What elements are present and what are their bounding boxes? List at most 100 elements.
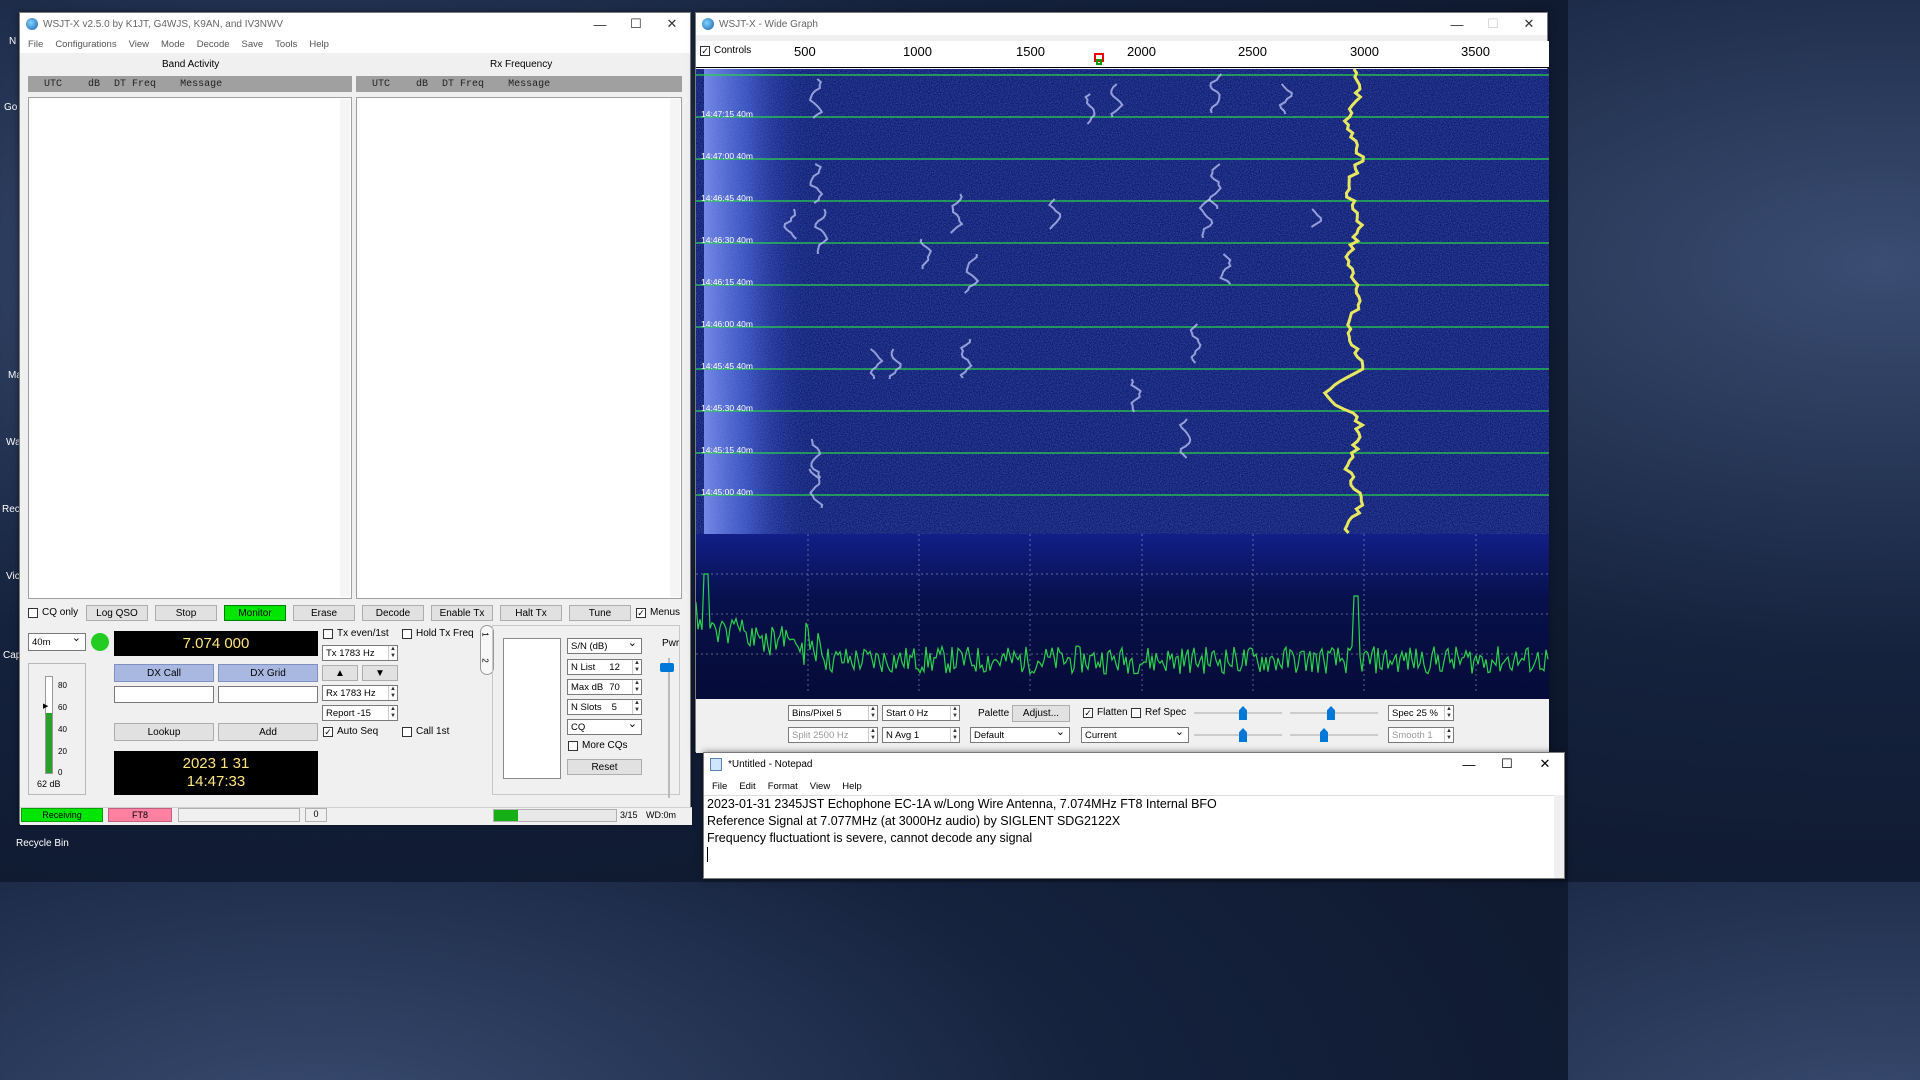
col-message: Message [180, 78, 223, 90]
menu-decode[interactable]: Decode [197, 39, 230, 50]
flatten-checkbox[interactable]: ✓ Flatten [1083, 707, 1128, 718]
dx-call-input[interactable] [114, 686, 214, 703]
band-activity-pane[interactable] [28, 97, 352, 599]
rx-frequency-scrollbar[interactable] [670, 99, 680, 597]
call-1st-checkbox[interactable]: Call 1st [402, 726, 449, 737]
pwr-slider-handle[interactable] [660, 663, 674, 672]
tab-2[interactable]: 2 [481, 658, 490, 662]
minimize-button[interactable]: — [1450, 753, 1488, 775]
ref-spec-checkbox[interactable]: Ref Spec [1131, 707, 1186, 718]
notepad-title: *Untitled - Notepad [728, 758, 813, 770]
snr-sort-select[interactable]: S/N (dB) [567, 636, 642, 654]
rx-frequency-pane[interactable] [356, 97, 682, 599]
decode-button[interactable]: Decode [362, 605, 424, 621]
tx-up-button[interactable]: ▲ [322, 665, 358, 681]
minimize-button[interactable]: — [582, 13, 618, 35]
waterfall-display[interactable]: 14:47:15 40m 14:47:00 40m 14:46:45 40m 14:4… [696, 69, 1549, 534]
zero-slider[interactable] [1194, 734, 1282, 736]
spec-percent-spinbox[interactable]: Spec 25 % ▲ ▼ [1388, 705, 1454, 721]
notepad-text-area[interactable]: 2023-01-31 2345JST Echophone EC-1A w/Lon… [704, 795, 1564, 878]
tx-freq-spinbox[interactable]: Tx 1783 Hz ▲ ▼ [322, 645, 398, 661]
rx-freq-spinbox[interactable]: Rx 1783 Hz ▲ ▼ [322, 685, 398, 701]
menu-format[interactable]: Format [768, 781, 798, 792]
close-button[interactable]: ✕ [654, 13, 690, 35]
menu-file[interactable]: File [28, 39, 43, 50]
erase-button[interactable]: Erase [293, 605, 355, 621]
palette-select[interactable]: Default [970, 725, 1070, 743]
band-select[interactable]: 40m [28, 631, 86, 651]
meter-tick: 40 [58, 725, 67, 734]
menu-help[interactable]: Help [842, 781, 862, 792]
lookup-button[interactable]: Lookup [114, 723, 214, 741]
nlist-spinbox[interactable]: N List 12 ▲ ▼ [567, 659, 642, 675]
menu-help[interactable]: Help [309, 39, 329, 50]
tune-button[interactable]: Tune [569, 605, 631, 621]
dx-grid-input[interactable] [218, 686, 318, 703]
notepad-scrollbar[interactable] [1554, 795, 1564, 878]
wide-titlebar[interactable]: WSJT-X - Wide Graph [696, 13, 1547, 35]
spectrum-trace [696, 573, 1549, 676]
controls-checkbox[interactable]: ✓ Controls [700, 45, 751, 56]
tab-1[interactable]: 1 [481, 632, 490, 636]
halt-tx-button[interactable]: Halt Tx [500, 605, 562, 621]
band-activity-scrollbar[interactable] [340, 99, 350, 597]
notepad-titlebar[interactable]: *Untitled - Notepad [704, 753, 1564, 775]
menu-save[interactable]: Save [242, 39, 264, 50]
gain-slider[interactable] [1194, 712, 1282, 714]
spectrum-display[interactable] [696, 534, 1549, 699]
maximize-button[interactable]: ☐ [1488, 753, 1526, 775]
close-button[interactable]: ✕ [1511, 13, 1547, 35]
enable-tx-button[interactable]: Enable Tx [431, 605, 493, 621]
menu-file[interactable]: File [712, 781, 727, 792]
nslots-spinbox[interactable]: N Slots 5 ▲ ▼ [567, 699, 642, 715]
spec-gain-slider-handle[interactable] [1327, 706, 1335, 720]
cq-only-checkbox[interactable]: CQ only [28, 607, 78, 618]
pwr-slider-track[interactable] [668, 658, 670, 798]
recycle-bin-label[interactable]: Recycle Bin [16, 838, 69, 849]
hold-tx-freq-checkbox[interactable]: Hold Tx Freq [402, 628, 474, 639]
maxdb-spinbox[interactable]: Max dB 70 ▲ ▼ [567, 679, 642, 695]
start-freq-spinbox[interactable]: Start 0 Hz ▲ ▼ [882, 705, 960, 721]
auto-seq-checkbox[interactable]: ✓ Auto Seq [323, 726, 378, 737]
bins-per-pixel-spinbox[interactable]: Bins/Pixel 5 ▲ ▼ [788, 705, 878, 721]
frequency-scale[interactable]: ✓ Controls 500 1000 1500 2000 2500 3000 3… [696, 41, 1549, 68]
maximize-button[interactable]: ☐ [618, 13, 654, 35]
menu-view[interactable]: View [810, 781, 830, 792]
meter-bar-fill [46, 713, 52, 773]
tx-even-checkbox[interactable]: Tx even/1st [323, 628, 389, 639]
minimize-button[interactable]: — [1439, 13, 1475, 35]
log-qso-button[interactable]: Log QSO [86, 605, 148, 621]
spec-zero-slider-handle[interactable] [1320, 728, 1328, 742]
more-cqs-checkbox[interactable]: More CQs [568, 740, 628, 751]
cq-select[interactable]: CQ [567, 717, 642, 735]
close-button[interactable]: ✕ [1526, 753, 1564, 775]
waterfall-timestamp: 14:46:15 40m [701, 277, 753, 287]
dx-grid-label: DX Grid [218, 664, 318, 682]
main-menubar: File Configurations View Mode Decode Sav… [20, 35, 690, 53]
gain-slider-handle[interactable] [1239, 706, 1247, 720]
report-spinbox[interactable]: Report -15 ▲ ▼ [322, 705, 398, 721]
spec-zero-slider[interactable] [1290, 734, 1378, 736]
rx-frequency-header: UTC dB DT Freq Message [356, 76, 682, 92]
tx-down-button[interactable]: ▼ [362, 665, 398, 681]
reset-button[interactable]: Reset [567, 759, 642, 775]
menu-view[interactable]: View [129, 39, 149, 50]
adjust-button[interactable]: Adjust... [1012, 705, 1070, 722]
monitor-button[interactable]: Monitor [224, 605, 286, 621]
scale-label: 1500 [1016, 44, 1045, 59]
spectrum-type-select[interactable]: Current [1081, 725, 1189, 743]
caller-list[interactable] [503, 638, 561, 779]
menu-mode[interactable]: Mode [161, 39, 185, 50]
menu-configurations[interactable]: Configurations [55, 39, 116, 50]
add-button[interactable]: Add [218, 723, 318, 741]
dial-frequency-display[interactable]: 7.074 000 [114, 631, 318, 656]
menu-tools[interactable]: Tools [275, 39, 297, 50]
dx-call-label: DX Call [114, 664, 214, 682]
menus-checkbox[interactable]: ✓ Menus [636, 607, 680, 618]
stop-button[interactable]: Stop [155, 605, 217, 621]
menu-edit[interactable]: Edit [739, 781, 755, 792]
wsjtx-app-icon [26, 18, 38, 30]
navg-spinbox[interactable]: N Avg 1 ▲ ▼ [882, 727, 960, 743]
zero-slider-handle[interactable] [1239, 728, 1247, 742]
col-freq: Freq [460, 78, 485, 90]
